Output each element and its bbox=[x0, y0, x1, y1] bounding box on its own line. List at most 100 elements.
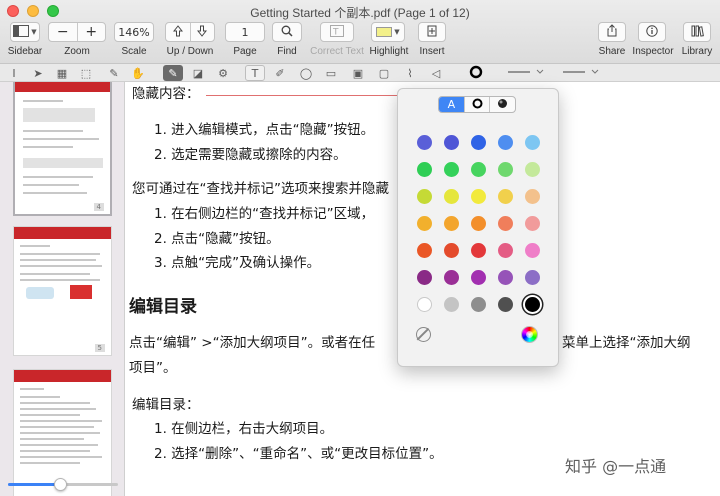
line-end-picker[interactable] bbox=[560, 65, 600, 81]
info-icon bbox=[646, 24, 658, 40]
text-box-tool[interactable]: T bbox=[245, 65, 265, 81]
crop-tool[interactable]: ⬚ bbox=[76, 65, 96, 81]
insert-button[interactable] bbox=[418, 22, 446, 42]
stamp-tool[interactable]: ▣ bbox=[348, 65, 368, 81]
color-swatch[interactable] bbox=[498, 297, 513, 312]
doc-text: 点击“编辑” >“添加大纲项目”。或者在任 bbox=[129, 335, 376, 351]
line-style-picker[interactable] bbox=[505, 65, 545, 81]
color-wheel-button[interactable] bbox=[521, 326, 538, 343]
color-swatch[interactable] bbox=[498, 189, 513, 204]
erase-tool[interactable]: ◪ bbox=[188, 65, 208, 81]
color-swatch[interactable] bbox=[444, 270, 459, 285]
settings-tool[interactable]: ⚙ bbox=[213, 65, 233, 81]
color-swatch[interactable] bbox=[471, 189, 486, 204]
share-button[interactable] bbox=[598, 22, 626, 42]
thumbnail-header bbox=[15, 82, 110, 92]
scale-label: Scale bbox=[121, 46, 147, 57]
color-swatch[interactable] bbox=[498, 270, 513, 285]
color-swatch[interactable] bbox=[417, 189, 432, 204]
page-down-button[interactable] bbox=[189, 23, 215, 41]
find-button[interactable] bbox=[272, 22, 302, 42]
crop-icon: ⬚ bbox=[80, 66, 92, 80]
highlighter-tool[interactable]: ✐ bbox=[270, 65, 290, 81]
text-recognition-icon: T bbox=[330, 24, 344, 40]
library-button[interactable] bbox=[683, 22, 711, 42]
color-swatch[interactable] bbox=[525, 162, 540, 177]
text-cursor-icon: I bbox=[12, 66, 16, 80]
color-swatch[interactable] bbox=[498, 216, 513, 231]
stroke-color-button[interactable] bbox=[466, 65, 486, 81]
color-swatch[interactable] bbox=[525, 216, 540, 231]
snapshot-tool[interactable]: ▦ bbox=[52, 65, 72, 81]
color-swatch[interactable] bbox=[471, 270, 486, 285]
page-field[interactable]: 1 bbox=[225, 22, 265, 42]
highlight-button[interactable]: ▼ bbox=[371, 22, 405, 42]
color-swatch[interactable] bbox=[417, 162, 432, 177]
pen-tool[interactable]: ✎ bbox=[104, 65, 124, 81]
no-color-button[interactable] bbox=[416, 327, 431, 342]
sidebar-button[interactable]: ▼ bbox=[10, 22, 40, 42]
color-swatch[interactable] bbox=[471, 297, 486, 312]
color-swatch[interactable] bbox=[471, 162, 486, 177]
list-item: 1. 在右侧边栏的“查找并标记”区域， bbox=[154, 206, 375, 222]
zoom-out-button[interactable]: − bbox=[49, 23, 77, 41]
redact-tool[interactable]: ✎ bbox=[163, 65, 183, 81]
pen-icon: ✎ bbox=[109, 66, 119, 80]
color-swatch[interactable] bbox=[417, 270, 432, 285]
stamp-icon: ▣ bbox=[352, 66, 364, 80]
inspector-label: Inspector bbox=[632, 46, 674, 57]
page-thumbnail[interactable] bbox=[13, 369, 112, 496]
comment-tool[interactable]: ◯ bbox=[296, 65, 316, 81]
fill-color-tab[interactable] bbox=[489, 97, 515, 112]
text-select-tool[interactable]: I bbox=[4, 65, 24, 81]
color-swatch[interactable] bbox=[444, 216, 459, 231]
thumbnail-header bbox=[14, 370, 111, 382]
color-swatch[interactable] bbox=[417, 297, 432, 312]
color-swatch[interactable] bbox=[417, 135, 432, 150]
color-swatch[interactable] bbox=[444, 243, 459, 258]
text-box-icon: T bbox=[251, 66, 259, 80]
highlight-color-swatch bbox=[376, 27, 393, 37]
color-swatch[interactable] bbox=[525, 297, 540, 312]
doc-text: 隐藏内容： bbox=[132, 86, 200, 102]
audio-tool[interactable]: ◁ bbox=[426, 65, 446, 81]
color-swatch[interactable] bbox=[444, 135, 459, 150]
highlighter-icon: ✐ bbox=[275, 66, 285, 80]
color-swatch[interactable] bbox=[498, 162, 513, 177]
pointer-tool[interactable]: ➤ bbox=[28, 65, 48, 81]
color-swatch[interactable] bbox=[417, 216, 432, 231]
attach-tool[interactable]: ⌇ bbox=[400, 65, 420, 81]
color-swatch[interactable] bbox=[471, 243, 486, 258]
hand-tool[interactable]: ✋ bbox=[128, 65, 148, 81]
inspector-button[interactable] bbox=[638, 22, 666, 42]
correct-text-button[interactable]: T bbox=[320, 22, 354, 42]
signature-tool[interactable]: ▢ bbox=[374, 65, 394, 81]
color-swatch[interactable] bbox=[525, 189, 540, 204]
color-swatch[interactable] bbox=[498, 243, 513, 258]
color-swatch[interactable] bbox=[471, 216, 486, 231]
scale-field[interactable]: 146% bbox=[114, 22, 154, 42]
color-swatch[interactable] bbox=[444, 189, 459, 204]
correct-text-label: Correct Text bbox=[310, 46, 364, 57]
color-swatch[interactable] bbox=[525, 270, 540, 285]
zoom-in-button[interactable]: + bbox=[76, 23, 106, 41]
color-swatch[interactable] bbox=[444, 297, 459, 312]
page-thumbnail[interactable]: 4 bbox=[13, 82, 112, 216]
text-color-tab[interactable]: A bbox=[439, 97, 464, 112]
note-tool[interactable]: ▭ bbox=[321, 65, 341, 81]
color-swatch[interactable] bbox=[525, 243, 540, 258]
page-up-button[interactable] bbox=[166, 23, 190, 41]
thumbnail-size-slider[interactable] bbox=[8, 478, 118, 491]
stroke-color-tab[interactable] bbox=[463, 97, 490, 112]
page-thumbnail[interactable]: 5 bbox=[13, 226, 112, 356]
color-swatch[interactable] bbox=[444, 162, 459, 177]
slider-knob[interactable] bbox=[54, 478, 67, 491]
color-swatch[interactable] bbox=[417, 243, 432, 258]
list-item: 1. 在侧边栏，右击大纲项目。 bbox=[154, 421, 334, 437]
snapshot-icon: ▦ bbox=[56, 66, 68, 80]
color-swatch[interactable] bbox=[471, 135, 486, 150]
window-title: Getting Started 个副本.pdf (Page 1 of 12) bbox=[250, 6, 470, 20]
arrow-up-icon bbox=[172, 24, 183, 40]
color-swatch[interactable] bbox=[498, 135, 513, 150]
color-swatch[interactable] bbox=[525, 135, 540, 150]
